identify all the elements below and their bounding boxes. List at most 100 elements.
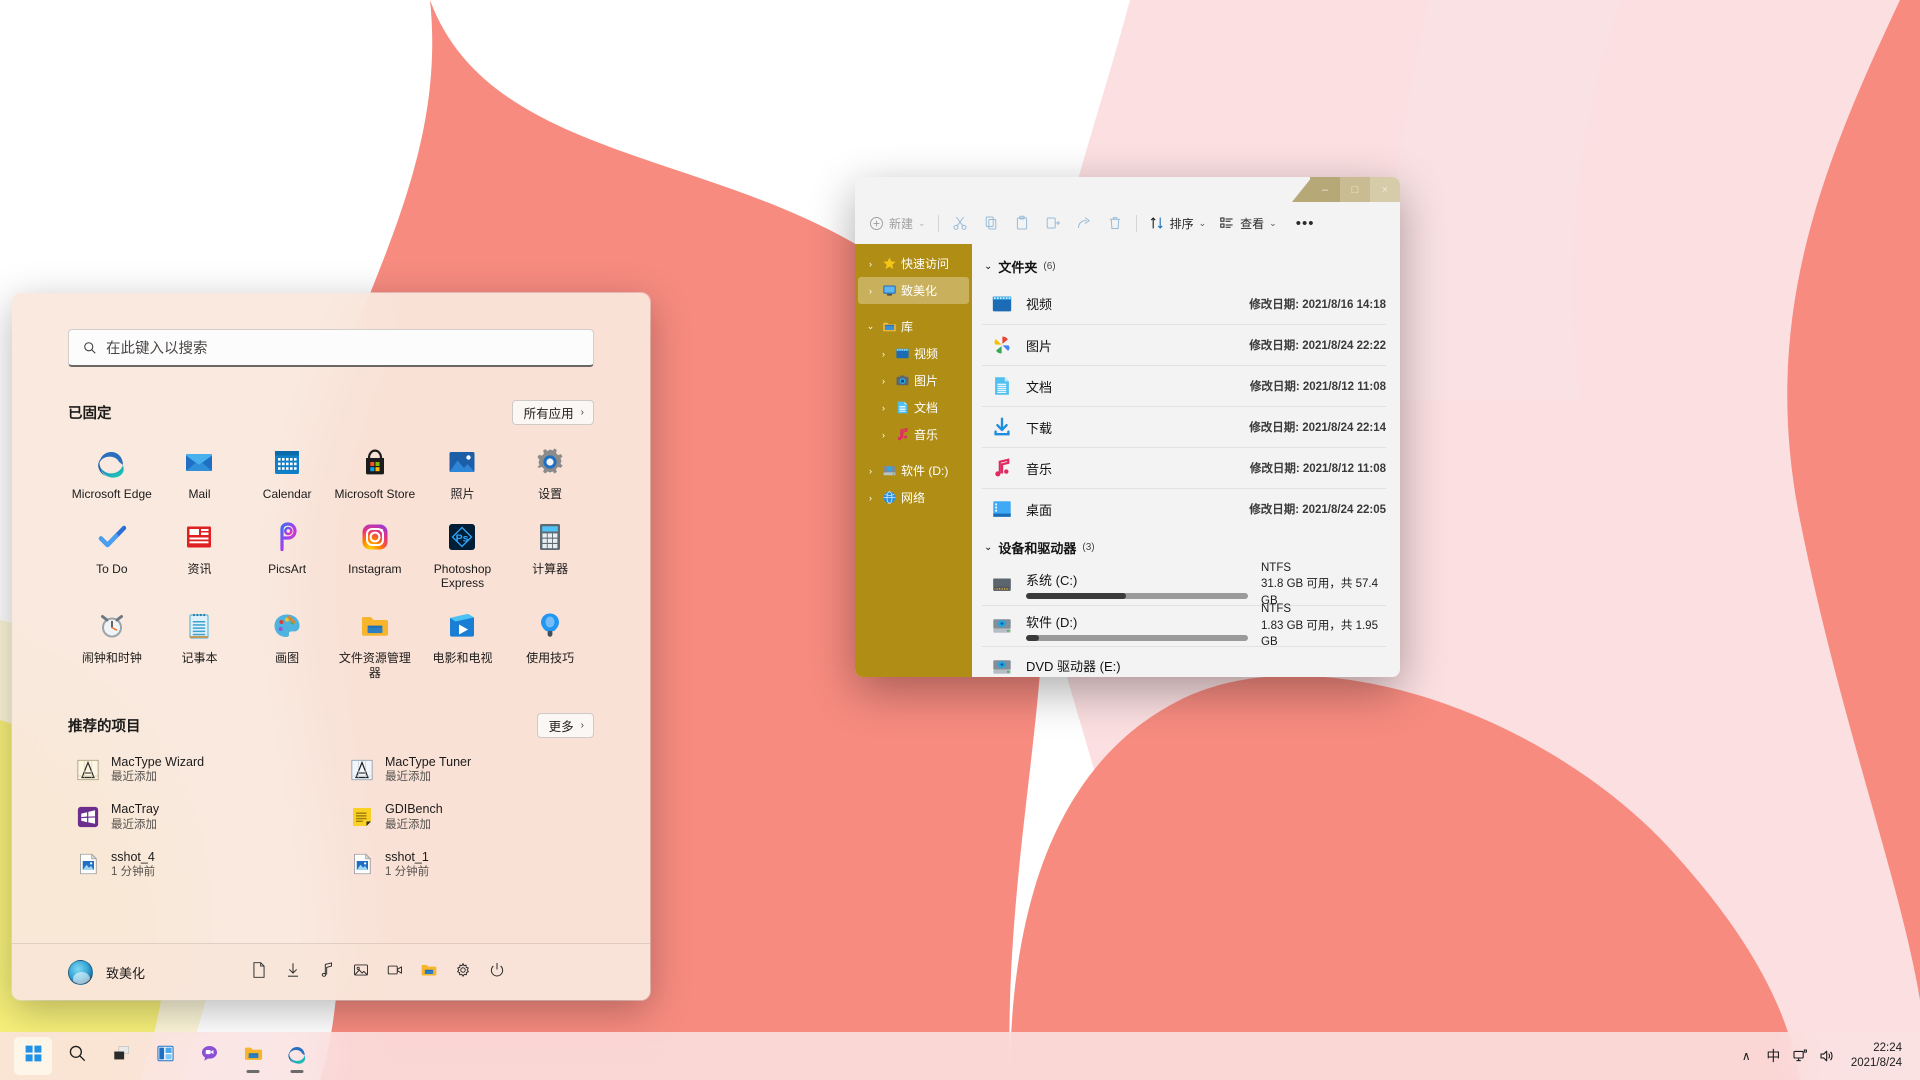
document-button[interactable] — [242, 955, 276, 989]
pinned-app[interactable]: 计算器 — [506, 512, 594, 598]
gdibench-icon — [350, 805, 374, 829]
nav-item-x[interactable]: › 快速访问 — [858, 250, 969, 277]
maximize-button[interactable]: □ — [1340, 177, 1370, 202]
pinned-app[interactable]: 资讯 — [156, 512, 244, 598]
pinned-app[interactable]: 闹钟和时钟 — [68, 601, 156, 687]
new-button[interactable]: 新建 ⌄ — [863, 208, 932, 238]
pinned-app[interactable]: To Do — [68, 512, 156, 598]
clock-button[interactable]: 22:24 2021/8/24 — [1841, 1041, 1910, 1071]
pinned-app[interactable]: Instagram — [331, 512, 419, 598]
chevron-right-icon[interactable]: › — [877, 349, 890, 359]
chevron-right-icon[interactable]: › — [877, 430, 890, 440]
cut-button[interactable] — [945, 208, 975, 238]
chevron-down-icon[interactable]: ⌄ — [864, 321, 877, 332]
pinned-app[interactable]: PicsArt — [243, 512, 331, 598]
pinned-app[interactable]: Ps Photoshop Express — [419, 512, 507, 598]
recommended-item[interactable]: sshot_4 1 分钟前 — [68, 842, 320, 887]
nav-item-x[interactable]: › 网络 — [858, 484, 969, 511]
pinned-app-label: Instagram — [348, 562, 401, 577]
sort-button[interactable]: 排序 ⌄ — [1143, 208, 1213, 238]
pinned-app[interactable]: 照片 — [419, 437, 507, 509]
table-row[interactable]: 桌面 修改日期: 2021/8/24 22:05 — [982, 488, 1386, 529]
chevron-right-icon[interactable]: › — [877, 403, 890, 413]
start-search-box[interactable]: 在此键入以搜索 — [68, 329, 594, 367]
music-button[interactable] — [310, 955, 344, 989]
recommended-item-sub: 最近添加 — [111, 818, 159, 833]
chevron-right-icon[interactable]: › — [864, 286, 877, 296]
paste-button[interactable] — [1007, 208, 1037, 238]
nav-item-x[interactable]: › 致美化 — [858, 277, 969, 304]
recommended-item[interactable]: GDIBench 最近添加 — [342, 794, 594, 839]
pinned-app[interactable]: 画图 — [243, 601, 331, 687]
chat-button[interactable] — [190, 1037, 228, 1075]
rename-button[interactable] — [1038, 208, 1068, 238]
more-button[interactable]: 更多 › — [537, 713, 594, 738]
videos-button[interactable] — [378, 955, 412, 989]
share-button[interactable] — [1069, 208, 1099, 238]
table-row[interactable]: 图片 修改日期: 2021/8/24 22:22 — [982, 324, 1386, 365]
chevron-right-icon[interactable]: › — [864, 259, 877, 269]
nav-item-x[interactable]: › 图片 — [858, 367, 969, 394]
folder-name: 文档 — [1026, 377, 1237, 396]
pinned-app[interactable]: 设置 — [506, 437, 594, 509]
pinned-app[interactable]: 使用技巧 — [506, 601, 594, 687]
pinned-app[interactable]: 文件资源管理器 — [331, 601, 419, 687]
recommended-item[interactable]: MacType Tuner 最近添加 — [342, 747, 594, 792]
recommended-item[interactable]: MacTray 最近添加 — [68, 794, 320, 839]
search-button[interactable] — [58, 1037, 96, 1075]
pinned-app[interactable]: Calendar — [243, 437, 331, 509]
file-explorer-button[interactable] — [412, 955, 446, 989]
close-button[interactable]: × — [1370, 177, 1400, 202]
recommended-item[interactable]: sshot_1 1 分钟前 — [342, 842, 594, 887]
nav-item-label: 软件 (D:) — [901, 462, 948, 479]
start-menu-footer: 致美化 — [12, 943, 650, 1000]
downloads-button[interactable] — [276, 955, 310, 989]
network-icon — [1792, 1048, 1808, 1064]
chevron-right-icon[interactable]: › — [877, 376, 890, 386]
see-more-button[interactable]: ••• — [1290, 208, 1321, 238]
view-button[interactable]: 查看 ⌄ — [1213, 208, 1283, 238]
start-button[interactable] — [14, 1037, 52, 1075]
pinned-app[interactable]: Microsoft Edge — [68, 437, 156, 509]
nav-item-x[interactable]: › 音乐 — [858, 421, 969, 448]
chevron-right-icon[interactable]: › — [864, 466, 877, 476]
nav-item-x[interactable]: › 文档 — [858, 394, 969, 421]
nav-item-x[interactable]: ⌄ 库 — [858, 313, 969, 340]
start-menu-body: 在此键入以搜索 已固定 所有应用 › Microsoft Edge Mail C… — [12, 293, 650, 943]
chevron-right-icon[interactable]: › — [864, 493, 877, 503]
explorer-title-bar[interactable]: – □ × — [855, 177, 1400, 202]
nav-item-x[interactable]: › 视频 — [858, 340, 969, 367]
settings-button[interactable] — [446, 955, 480, 989]
folders-group-header[interactable]: ⌄ 文件夹 (6) — [982, 254, 1386, 283]
table-row[interactable]: 文档 修改日期: 2021/8/12 11:08 — [982, 365, 1386, 406]
edge-icon — [287, 1043, 308, 1069]
drive-usage-bar — [1026, 635, 1248, 641]
file-explorer-button[interactable] — [234, 1037, 272, 1075]
copy-button[interactable] — [976, 208, 1006, 238]
network-button[interactable] — [1787, 1037, 1814, 1075]
minimize-button[interactable]: – — [1310, 177, 1340, 202]
power-button[interactable] — [480, 955, 514, 989]
show-hidden-icons-button[interactable]: ∧ — [1733, 1037, 1760, 1075]
table-row[interactable]: 软件 (D:) NTFS 1.83 GB 可用，共 1.95 GB — [982, 605, 1386, 646]
widgets-button[interactable] — [146, 1037, 184, 1075]
recommended-item[interactable]: MacType Wizard 最近添加 — [68, 747, 320, 792]
pinned-app[interactable]: 记事本 — [156, 601, 244, 687]
all-apps-button[interactable]: 所有应用 › — [512, 400, 594, 425]
table-row[interactable]: 下载 修改日期: 2021/8/24 22:14 — [982, 406, 1386, 447]
nav-item-D[interactable]: › 软件 (D:) — [858, 457, 969, 484]
delete-button[interactable] — [1100, 208, 1130, 238]
table-row[interactable]: 系统 (C:) NTFS 31.8 GB 可用，共 57.4 GB — [982, 564, 1386, 605]
edge-button[interactable] — [278, 1037, 316, 1075]
pinned-app-label: 闹钟和时钟 — [82, 651, 142, 666]
user-account-button[interactable]: 致美化 — [68, 960, 145, 985]
pinned-app[interactable]: Mail — [156, 437, 244, 509]
task-view-button[interactable] — [102, 1037, 140, 1075]
table-row[interactable]: 音乐 修改日期: 2021/8/12 11:08 — [982, 447, 1386, 488]
table-row[interactable]: 视频 修改日期: 2021/8/16 14:18 — [982, 283, 1386, 324]
pictures-button[interactable] — [344, 955, 378, 989]
pinned-app[interactable]: 电影和电视 — [419, 601, 507, 687]
volume-button[interactable] — [1814, 1037, 1841, 1075]
pinned-app[interactable]: Microsoft Store — [331, 437, 419, 509]
ime-indicator[interactable]: 中 — [1760, 1037, 1787, 1075]
